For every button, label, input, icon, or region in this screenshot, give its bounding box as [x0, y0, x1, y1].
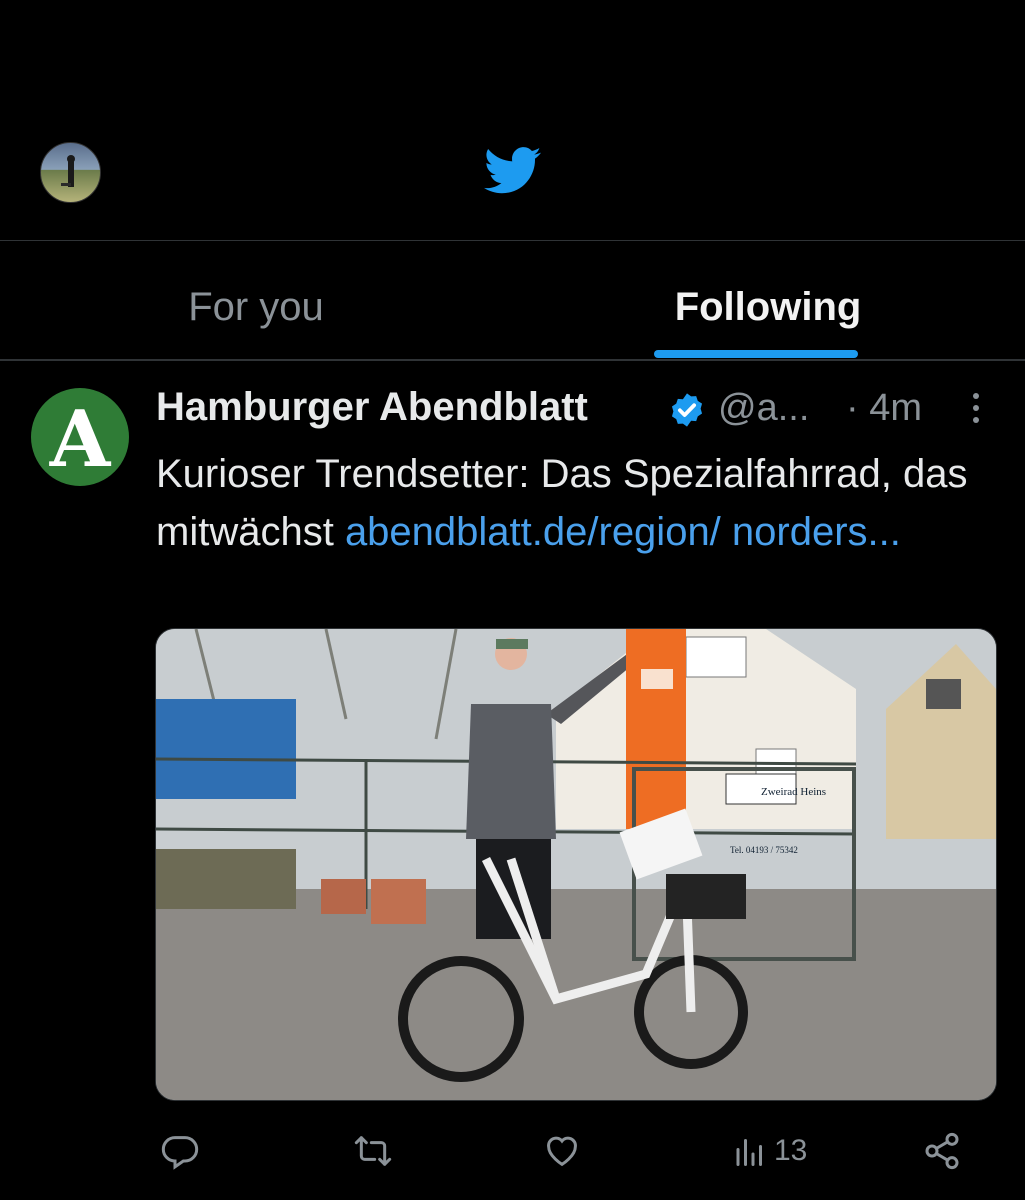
tab-for-you[interactable]: For you	[0, 241, 512, 359]
avatar-figure	[61, 155, 75, 187]
author-avatar-letter: A	[49, 394, 111, 485]
views-button[interactable]: 13	[732, 1129, 807, 1173]
share-icon	[925, 1132, 959, 1170]
shop-sign-title: Zweirad Heins	[761, 786, 826, 798]
tab-following-label: Following	[674, 285, 862, 329]
like-button[interactable]	[541, 1129, 583, 1173]
profile-avatar[interactable]	[40, 142, 101, 203]
top-app-bar	[0, 0, 1025, 240]
tweet-timestamp[interactable]: · 4m	[846, 387, 922, 430]
reply-icon	[161, 1136, 199, 1170]
twitter-bird-icon[interactable]	[484, 146, 542, 196]
author-name[interactable]: Hamburger Abendblatt	[156, 385, 588, 430]
timeline-tabs: For you Following	[0, 241, 1025, 359]
verified-badge-icon	[671, 393, 703, 427]
author-avatar[interactable]: A	[31, 388, 129, 486]
reply-button[interactable]	[160, 1129, 200, 1173]
retweet-icon	[354, 1136, 392, 1166]
retweet-button[interactable]	[352, 1129, 394, 1173]
views-count: 13	[774, 1134, 808, 1167]
active-tab-indicator	[654, 350, 858, 358]
shop-sign-phone: Tel. 04193 / 75342	[730, 845, 798, 855]
tab-following[interactable]: Following	[512, 241, 1024, 359]
tweet-header: Hamburger Abendblatt @a... · 4m	[156, 383, 996, 433]
author-handle[interactable]: @a...	[718, 387, 809, 430]
tweet-image[interactable]: Zweirad Heins Tel. 04193 / 75342	[155, 628, 997, 1101]
tab-for-you-label: For you	[188, 285, 324, 329]
heart-icon	[547, 1136, 577, 1167]
views-icon	[736, 1139, 762, 1166]
tweet-actions: 13	[0, 1119, 1025, 1189]
tweet[interactable]: A Hamburger Abendblatt @a... · 4m Kurios…	[0, 361, 1025, 1200]
more-options-icon[interactable]	[964, 389, 988, 429]
tweet-link[interactable]: abendblatt.de/region/ norders...	[345, 510, 901, 554]
tweet-photo: Zweirad Heins Tel. 04193 / 75342	[156, 629, 996, 1100]
tweet-text: Kurioser Trendsetter: Das Spezialfahrrad…	[156, 445, 1006, 561]
share-button[interactable]	[922, 1129, 962, 1173]
